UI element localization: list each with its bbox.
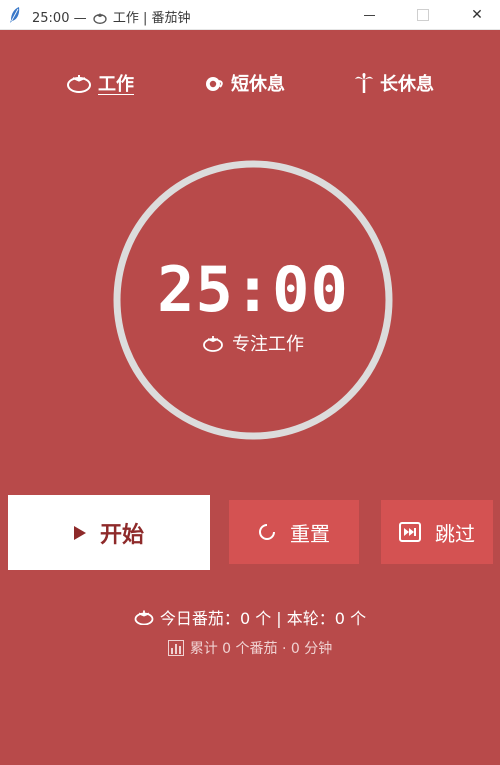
close-icon: ✕: [471, 7, 483, 23]
tab-work[interactable]: 工作: [66, 68, 134, 98]
round-count: 0 个: [334, 609, 367, 628]
tomato-icon: [203, 336, 223, 352]
tab-work-label: 工作: [98, 74, 134, 95]
tab-long-break-label: 长休息: [380, 74, 434, 95]
mode-label: 专注工作: [113, 330, 393, 356]
app-feather-icon: [10, 7, 20, 23]
skip-button-label: 跳过: [435, 521, 475, 546]
close-button[interactable]: ✕: [454, 0, 500, 30]
round-label: 本轮：: [286, 609, 335, 628]
play-icon: [73, 525, 86, 540]
coffee-icon: [206, 77, 223, 91]
start-button[interactable]: 开始: [8, 495, 210, 570]
reset-button-label: 重置: [290, 521, 330, 546]
maximize-icon: [417, 9, 429, 21]
timer-display: 25:00: [157, 253, 349, 326]
bar-chart-icon: [167, 640, 184, 656]
skip-icon: [399, 522, 421, 542]
palm-tree-icon: [355, 73, 373, 93]
maximize-button[interactable]: [400, 0, 446, 30]
tomato-icon: [67, 75, 91, 93]
reset-icon: [259, 524, 275, 540]
tab-long-break[interactable]: 长休息: [354, 68, 434, 98]
today-count: 0 个: [239, 609, 272, 628]
total-text: 累计 0 个番茄 · 0 分钟: [189, 641, 333, 657]
title-bar: 25:00 — 工作 | 番茄钟 ✕: [0, 0, 500, 30]
stats-separator: |: [271, 609, 287, 628]
start-button-label: 开始: [99, 522, 144, 548]
tab-short-break[interactable]: 短休息: [203, 68, 285, 98]
today-label: 今日番茄：: [159, 609, 240, 628]
window-title-time: 25:00 —: [32, 11, 87, 26]
minimize-button[interactable]: [346, 0, 392, 30]
window-title: 25:00 — 工作 | 番茄钟: [32, 7, 191, 26]
stats-line: 今日番茄：0 个 | 本轮：0 个: [0, 605, 500, 629]
mode-label-text: 专注工作: [232, 334, 304, 355]
minimize-icon: [363, 14, 375, 16]
reset-button[interactable]: 重置: [229, 500, 359, 564]
skip-button[interactable]: 跳过: [381, 500, 493, 564]
tomato-icon: [93, 13, 107, 24]
total-line: 累计 0 个番茄 · 0 分钟: [0, 638, 500, 658]
tomato-icon: [134, 610, 154, 625]
window-title-label: 工作 | 番茄钟: [112, 11, 191, 26]
tab-short-break-label: 短休息: [231, 74, 285, 95]
